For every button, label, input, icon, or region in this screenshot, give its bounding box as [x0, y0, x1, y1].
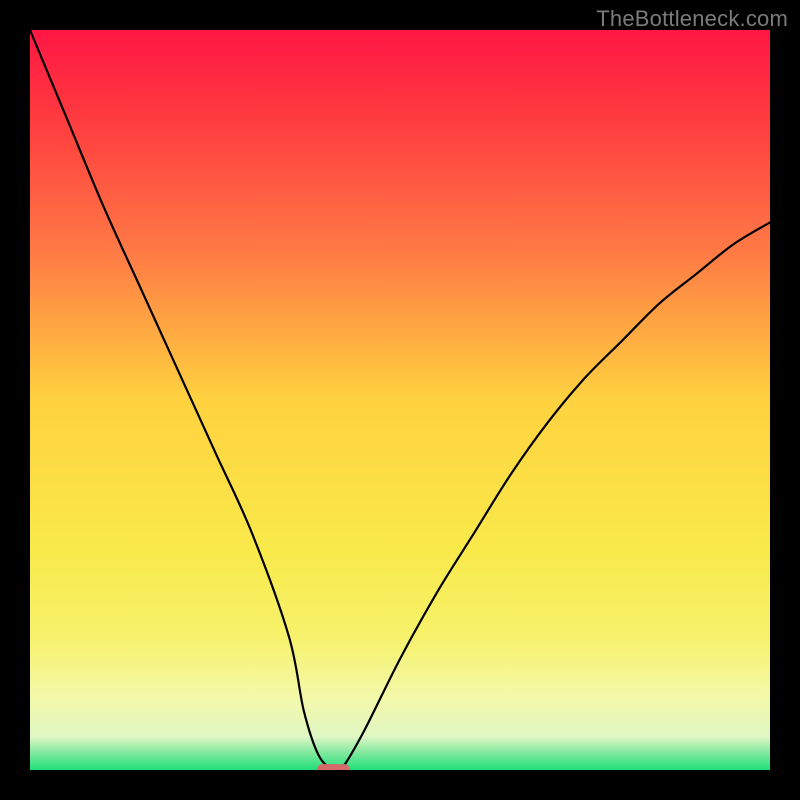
chart-svg	[30, 30, 770, 770]
chart-frame: TheBottleneck.com	[0, 0, 800, 800]
plot-area	[30, 30, 770, 770]
attribution-text: TheBottleneck.com	[596, 6, 788, 32]
highlight-marker	[317, 764, 350, 770]
